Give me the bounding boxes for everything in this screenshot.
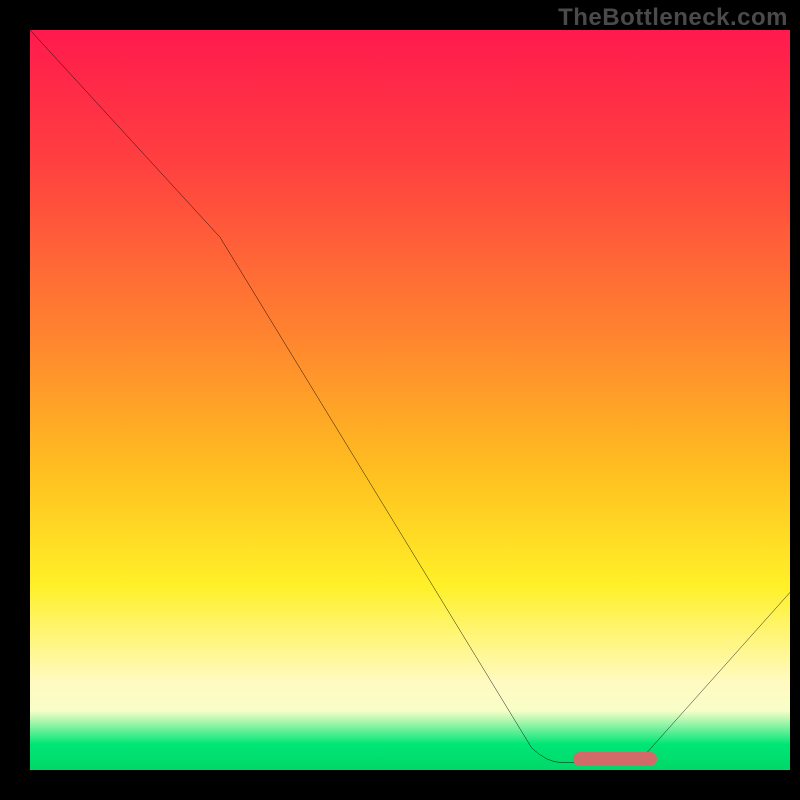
bottleneck-curve-svg [30, 30, 790, 770]
plot-area [30, 30, 790, 770]
sweet-spot-indicator [573, 752, 657, 766]
bottleneck-curve-path [30, 30, 790, 763]
watermark-text: TheBottleneck.com [558, 4, 788, 32]
chart-frame: TheBottleneck.com [0, 0, 800, 800]
